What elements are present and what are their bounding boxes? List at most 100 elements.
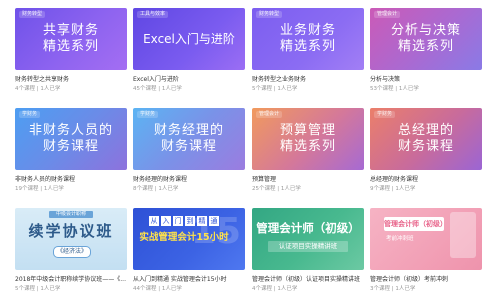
learner-count: 1人已学 [277,86,298,92]
thumb-title-line1: 财务经理的 [153,123,224,138]
category-ribbon: 中级会计职称 [49,211,93,218]
learner-count: 1人已学 [277,286,298,292]
learner-count: 1人已学 [395,286,416,292]
thumb-subtitle: 认证项目实操精讲班 [268,241,348,252]
course-name[interactable]: 预算管理 [252,175,364,184]
course-meta: 4个课程 | 1人已学 [252,286,298,292]
course-card[interactable]: 管理会计师（初级） 考前冲刺班 管理会计师（初级）考前冲刺 3个课程 | 1人已… [370,208,482,293]
course-count: 53个课程 [370,86,394,92]
course-meta: 45个课程 | 1人已学 [133,86,182,92]
thumb-title-line2: 财务课程 [42,139,99,154]
course-meta: 44个课程 | 1人已学 [133,286,182,292]
thumb-title: 实战管理会计15小时 [139,232,229,243]
course-card[interactable]: 管理会计 预算管理 精选系列 预算管理 25个课程 | 1人已学 [252,108,364,193]
course-grid: 财务转型 共享财务 精选系列 财务转型之共享财务 4个课程 | 1人已学 工具与… [0,0,500,303]
course-name[interactable]: 管理会计师（初级）考前冲刺 [370,275,482,284]
course-count: 5个课程 [252,86,272,92]
course-name[interactable]: 分析与决策 [370,75,482,84]
thumb-subtitle: 考前冲刺班 [386,236,414,242]
thumb-char: 到 [185,216,195,226]
course-thumbnail[interactable]: 财务转型 业务财务 精选系列 [252,8,364,70]
thumb-char: 从 [149,216,159,226]
course-meta: 8个课程 | 1人已学 [133,186,179,192]
learner-count: 1人已学 [161,86,182,92]
course-name[interactable]: Excel入门与进阶 [133,75,245,84]
learner-count: 1人已学 [43,186,64,192]
thumb-title: 管理会计师（初级） [256,221,360,235]
course-thumbnail[interactable]: 管理会计 预算管理 精选系列 [252,108,364,170]
course-card[interactable]: 财务转型 共享财务 精选系列 财务转型之共享财务 4个课程 | 1人已学 [15,8,127,93]
thumb-char: 精 [197,216,207,226]
course-meta: 25个课程 | 1人已学 [252,186,301,192]
course-name[interactable]: 财务转型之共享财务 [15,75,127,84]
course-card[interactable]: 学财务 财务经理的 财务课程 财务经理的财务课程 8个课程 | 1人已学 [133,108,245,193]
learner-count: 1人已学 [161,286,182,292]
thumb-title-line1: 非财务人员的 [28,123,113,138]
course-thumbnail[interactable]: 财务转型 共享财务 精选系列 [15,8,127,70]
thumb-title-line2: 财务课程 [397,139,454,154]
thumb-title-line1: Excel入门与进阶 [143,32,235,46]
course-meta: 5个课程 | 1人已学 [252,86,298,92]
course-thumbnail[interactable]: 管理会计师（初级） 考前冲刺班 [370,208,482,270]
course-thumbnail[interactable]: 中级会计职称 续学协议班 《经济法》 [15,208,127,270]
course-meta: 19个课程 | 1人已学 [15,186,64,192]
course-meta: 53个课程 | 1人已学 [370,86,419,92]
thumb-title-line2: 精选系列 [279,39,336,54]
learner-count: 1人已学 [40,86,61,92]
course-card[interactable]: 财务转型 业务财务 精选系列 财务转型之业务财务 5个课程 | 1人已学 [252,8,364,93]
course-name[interactable]: 财务经理的财务课程 [133,175,245,184]
course-meta: 4个课程 | 1人已学 [15,86,61,92]
thumb-title: 续学协议班 [28,222,114,240]
course-name[interactable]: 财务转型之业务财务 [252,75,364,84]
course-card[interactable]: 中级会计职称 续学协议班 《经济法》 2018年中级会计职称续学协议班——《..… [15,208,127,293]
learner-count: 1人已学 [158,186,179,192]
thumb-title-line1: 分析与决策 [390,23,461,38]
course-card[interactable]: 管理会计 分析与决策 精选系列 分析与决策 53个课程 | 1人已学 [370,8,482,93]
course-name[interactable]: 2018年中级会计职称续学协议班——《... [15,275,127,284]
course-card[interactable]: 15 从 入 门 到 精 通 实战管理会计15小时 从入门到精通 实战管理会计1… [133,208,245,293]
thumb-char: 门 [173,216,183,226]
thumb-char: 入 [161,216,171,226]
course-meta: 3个课程 | 1人已学 [370,286,416,292]
course-thumbnail[interactable]: 学财务 财务经理的 财务课程 [133,108,245,170]
thumb-title-line2: 精选系列 [397,39,454,54]
course-name[interactable]: 总经理的财务课程 [370,175,482,184]
course-count: 4个课程 [15,86,35,92]
course-thumbnail[interactable]: 学财务 总经理的 财务课程 [370,108,482,170]
learner-count: 1人已学 [398,86,419,92]
learner-count: 1人已学 [280,186,301,192]
course-thumbnail[interactable]: 学财务 非财务人员的 财务课程 [15,108,127,170]
thumb-title-line1: 预算管理 [279,123,336,138]
thumb-title-line1: 共享财务 [42,23,99,38]
thumb-decoration [450,212,476,258]
thumb-char-row: 从 入 门 到 精 通 [139,216,229,226]
course-count: 19个课程 [15,186,39,192]
course-meta: 9个课程 | 1人已学 [370,186,416,192]
course-thumbnail[interactable]: 管理会计 分析与决策 精选系列 [370,8,482,70]
course-card[interactable]: 学财务 总经理的 财务课程 总经理的财务课程 9个课程 | 1人已学 [370,108,482,193]
course-thumbnail[interactable]: 管理会计师（初级） 认证项目实操精讲班 [252,208,364,270]
thumb-title-line2: 精选系列 [279,139,336,154]
course-count: 8个课程 [133,186,153,192]
thumb-subtitle: 《经济法》 [53,246,91,258]
thumb-title-line1: 总经理的 [397,123,454,138]
course-name[interactable]: 管理会计师（初级）认证项目实操精讲班 [252,275,364,284]
learner-count: 1人已学 [40,286,61,292]
course-thumbnail[interactable]: 工具与效率 Excel入门与进阶 [133,8,245,70]
course-thumbnail[interactable]: 15 从 入 门 到 精 通 实战管理会计15小时 [133,208,245,270]
course-name[interactable]: 非财务人员的财务课程 [15,175,127,184]
course-count: 45个课程 [133,86,157,92]
thumb-title: 管理会计师（初级） [384,217,447,231]
course-card[interactable]: 管理会计师（初级） 认证项目实操精讲班 管理会计师（初级）认证项目实操精讲班 4… [252,208,364,293]
course-card[interactable]: 学财务 非财务人员的 财务课程 非财务人员的财务课程 19个课程 | 1人已学 [15,108,127,193]
thumb-title-line1: 业务财务 [279,23,336,38]
thumb-title-line2: 精选系列 [42,39,99,54]
course-name[interactable]: 从入门到精通 实战管理会计15小时 [133,275,245,284]
course-card[interactable]: 工具与效率 Excel入门与进阶 Excel入门与进阶 45个课程 | 1人已学 [133,8,245,93]
thumb-title-line2: 财务课程 [160,139,217,154]
course-meta: 5个课程 | 1人已学 [15,286,61,292]
learner-count: 1人已学 [395,186,416,192]
course-count: 25个课程 [252,186,276,192]
course-count: 44个课程 [133,286,157,292]
course-count: 4个课程 [252,286,272,292]
